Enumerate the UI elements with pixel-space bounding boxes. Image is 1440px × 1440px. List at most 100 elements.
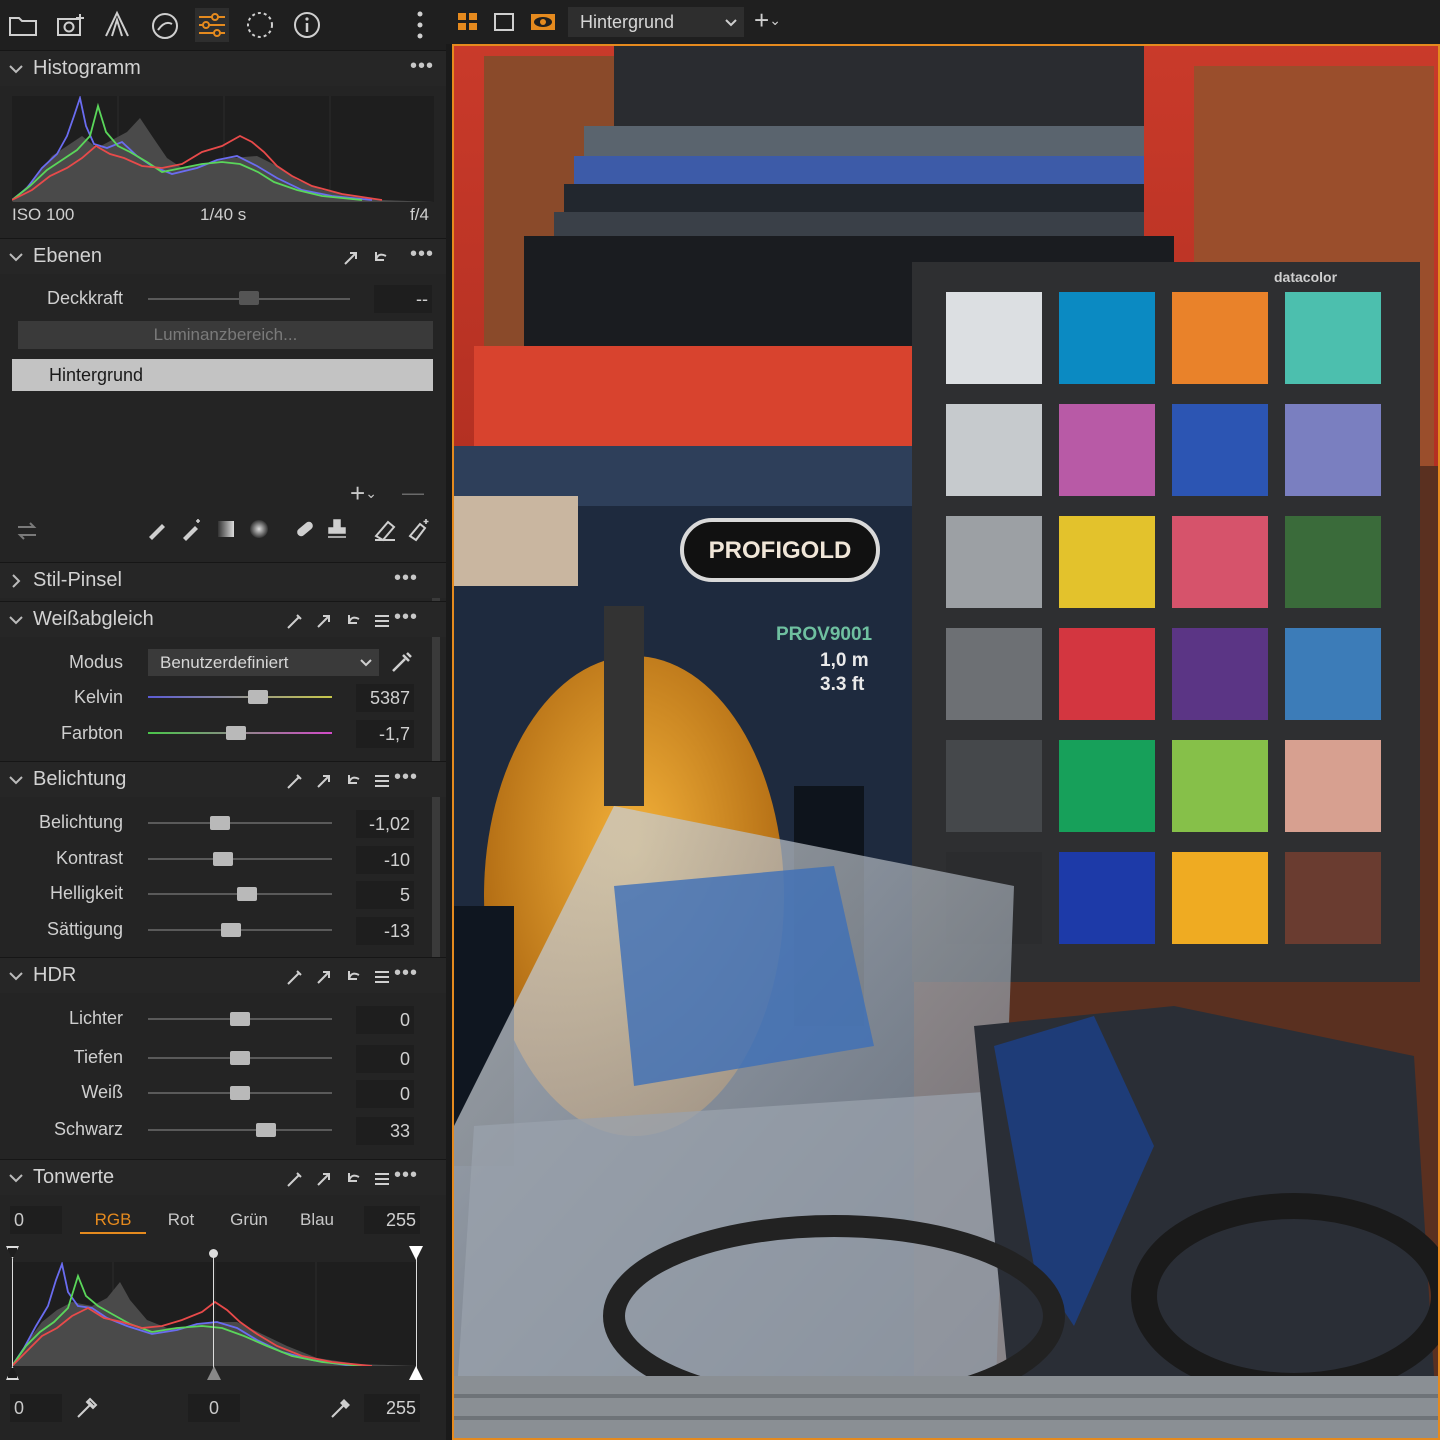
hdr-value[interactable]: 0 (356, 1080, 414, 1108)
wb-mode-select[interactable]: Benutzerdefiniert (148, 649, 379, 676)
info-icon[interactable] (290, 8, 324, 42)
black-picker-icon[interactable] (74, 1395, 100, 1421)
tab-red[interactable]: Rot (148, 1206, 214, 1234)
output-mid-handle[interactable] (207, 1366, 221, 1380)
radial-icon[interactable] (246, 516, 272, 542)
clone-stamp-icon[interactable] (324, 516, 350, 542)
more-icon[interactable]: ••• (410, 243, 434, 266)
black-point-handle[interactable] (6, 1246, 19, 1259)
exposure-slider-track[interactable] (148, 858, 332, 860)
reset-icon[interactable] (343, 611, 363, 631)
white-point-handle[interactable] (409, 1246, 423, 1260)
folder-icon[interactable] (6, 8, 40, 42)
color-icon[interactable] (148, 8, 182, 42)
auto-mask-icon[interactable] (178, 516, 204, 542)
more-icon[interactable]: ••• (394, 962, 418, 985)
heal-icon[interactable] (292, 516, 318, 542)
presets-icon[interactable] (372, 967, 392, 987)
hdr-slider-knob[interactable] (230, 1012, 250, 1026)
tint-slider-knob[interactable] (226, 726, 247, 740)
copy-apply-icon[interactable] (314, 1169, 334, 1189)
add-layer-button[interactable]: +⌄ (350, 478, 377, 509)
eraser-icon[interactable] (372, 516, 398, 542)
levels-input-min[interactable]: 0 (10, 1206, 62, 1234)
output-white-handle[interactable] (409, 1366, 423, 1380)
exposure-value[interactable]: -13 (356, 917, 414, 945)
kelvin-slider-track[interactable] (148, 696, 332, 698)
magic-eraser-icon[interactable] (406, 516, 432, 542)
chevron-down-icon[interactable] (8, 612, 24, 628)
exposure-slider-knob[interactable] (213, 852, 234, 866)
exposure-value[interactable]: -1,02 (356, 810, 414, 838)
presets-icon[interactable] (372, 1169, 392, 1189)
style-brush-header[interactable]: Stil-Pinsel ••• (0, 562, 446, 598)
layer-item-background[interactable]: Hintergrund (12, 359, 433, 391)
more-icon[interactable]: ••• (394, 1164, 418, 1187)
levels-input-max[interactable]: 255 (364, 1206, 420, 1234)
picker-icon[interactable] (285, 611, 305, 631)
tab-blue[interactable]: Blau (284, 1206, 350, 1234)
hdr-header[interactable]: HDR ••• (0, 957, 446, 993)
exposure-slider-knob[interactable] (220, 923, 241, 937)
camera-icon[interactable] (54, 8, 88, 42)
copy-apply-icon[interactable] (314, 611, 334, 631)
reset-icon[interactable] (343, 967, 363, 987)
add-view-button[interactable]: +⌄ (754, 5, 781, 36)
single-view-icon[interactable] (492, 10, 516, 34)
reset-icon[interactable] (343, 771, 363, 791)
exposure-slider-track[interactable] (148, 822, 332, 824)
midpoint-handle[interactable] (209, 1249, 218, 1258)
tab-rgb[interactable]: RGB (80, 1206, 146, 1234)
copy-apply-icon[interactable] (314, 771, 334, 791)
remove-layer-button[interactable]: — (402, 480, 424, 506)
sliders-icon[interactable] (195, 8, 229, 42)
picker-icon[interactable] (285, 771, 305, 791)
reset-icon[interactable] (370, 248, 390, 268)
kelvin-slider-knob[interactable] (248, 690, 269, 704)
more-icon[interactable]: ••• (394, 766, 418, 789)
kelvin-value[interactable]: 5387 (356, 684, 414, 712)
picker-icon[interactable] (285, 1169, 305, 1189)
tint-value[interactable]: -1,7 (356, 720, 414, 748)
hdr-value[interactable]: 0 (356, 1045, 414, 1073)
levels-output-mid[interactable]: 0 (188, 1394, 240, 1422)
chevron-down-icon[interactable] (8, 61, 24, 77)
levels-output-max[interactable]: 255 (364, 1394, 420, 1422)
chevron-down-icon[interactable] (8, 968, 24, 984)
white-picker-icon[interactable] (328, 1395, 354, 1421)
chevron-right-icon[interactable] (8, 573, 24, 589)
opacity-slider-knob[interactable] (239, 291, 259, 305)
more-icon[interactable]: ••• (410, 55, 434, 78)
chevron-down-icon[interactable] (8, 249, 24, 265)
exposure-header[interactable]: Belichtung ••• (0, 761, 446, 797)
copy-apply-icon[interactable] (341, 248, 361, 268)
presets-icon[interactable] (372, 771, 392, 791)
hdr-slider-knob[interactable] (255, 1123, 276, 1137)
output-black-handle[interactable] (6, 1366, 19, 1380)
swap-icon[interactable] (14, 518, 40, 544)
luminance-range-button[interactable]: Luminanzbereich... (18, 321, 433, 349)
histogram-header[interactable]: Histogramm ••• (0, 50, 446, 86)
exposure-value[interactable]: 5 (356, 881, 414, 909)
grid-view-icon[interactable] (456, 10, 480, 34)
brush-icon[interactable] (144, 516, 170, 542)
exposure-slider-knob[interactable] (209, 816, 230, 830)
hdr-slider-track[interactable] (148, 1129, 332, 1131)
opacity-value[interactable]: -- (374, 285, 432, 313)
hdr-value[interactable]: 33 (356, 1117, 414, 1145)
tab-green[interactable]: Grün (216, 1206, 282, 1234)
chevron-down-icon[interactable] (8, 772, 24, 788)
hdr-slider-knob[interactable] (230, 1086, 250, 1100)
lens-icon[interactable] (100, 8, 134, 42)
white-balance-header[interactable]: Weißabgleich ••• (0, 601, 446, 637)
gradient-icon[interactable] (213, 516, 239, 542)
exposure-slider-knob[interactable] (237, 887, 258, 901)
reset-icon[interactable] (343, 1169, 363, 1189)
lasso-icon[interactable] (243, 8, 277, 42)
levels-header[interactable]: Tonwerte ••• (0, 1159, 446, 1195)
more-icon[interactable]: ••• (394, 606, 418, 629)
hdr-value[interactable]: 0 (356, 1006, 414, 1034)
image-viewer[interactable]: PROFIGOLD PROV9001 1,0 m 3.3 ft datacolo… (452, 44, 1440, 1440)
kebab-icon[interactable] (410, 8, 430, 42)
chevron-down-icon[interactable] (8, 1170, 24, 1186)
